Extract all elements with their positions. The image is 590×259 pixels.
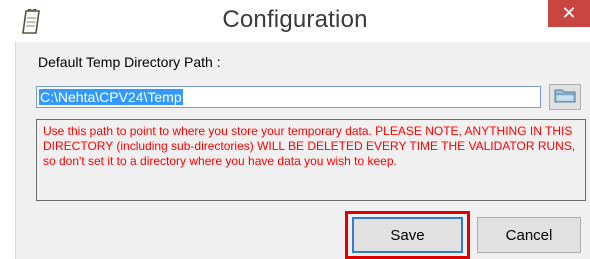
- browse-folder-button[interactable]: [549, 84, 581, 110]
- title-bar: Configuration ✕: [0, 0, 590, 42]
- temp-directory-path-input[interactable]: C:\Nehta\CPV24\Temp: [36, 86, 541, 108]
- path-value: C:\Nehta\CPV24\Temp: [39, 89, 183, 105]
- close-icon: ✕: [561, 3, 577, 23]
- warning-message: Use this path to point to where you stor…: [36, 119, 586, 201]
- directory-path-label: Default Temp Directory Path :: [38, 54, 221, 70]
- folder-icon: [554, 87, 576, 108]
- close-button[interactable]: ✕: [548, 0, 590, 27]
- save-button[interactable]: Save: [352, 217, 463, 253]
- window-title: Configuration: [222, 6, 368, 33]
- cancel-button[interactable]: Cancel: [477, 217, 581, 253]
